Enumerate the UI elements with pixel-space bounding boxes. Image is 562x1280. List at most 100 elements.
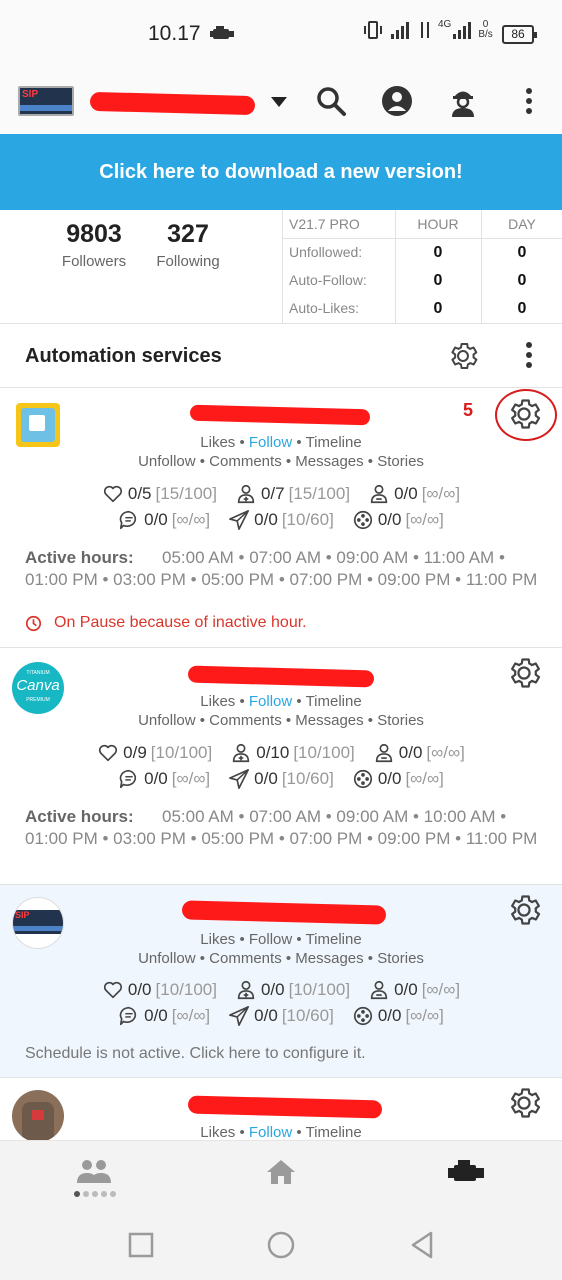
limit-max: [∞/∞] <box>405 510 444 529</box>
limit-max: [∞/∞] <box>421 980 461 999</box>
following-label: Following <box>156 253 220 270</box>
active-hours-label: Active hours: <box>25 548 134 567</box>
search-icon[interactable] <box>314 84 348 118</box>
limit-item: 0/0 [∞/∞] <box>352 768 444 790</box>
limits-row: 0/9 [10/100] 0/10 [10/100] 0/0 [∞/∞] <box>0 742 562 764</box>
following-count: 327 <box>167 220 209 248</box>
gear-icon[interactable] <box>505 891 543 929</box>
comment-icon <box>119 769 137 789</box>
services-line-1: Likes • Follow • Timeline <box>0 931 562 948</box>
gear-icon[interactable] <box>505 1084 543 1122</box>
more-vert-icon[interactable] <box>526 342 532 372</box>
limit-value: 0/0 <box>398 743 423 762</box>
limit-max: [10/100] <box>288 980 351 999</box>
limit-item: 0/0 [∞/∞] <box>118 768 210 790</box>
limit-max: [10/60] <box>281 1006 334 1025</box>
gear-icon[interactable] <box>505 654 543 692</box>
limit-value: 0/10 <box>256 743 290 762</box>
separator: • <box>292 1124 306 1140</box>
account-avatar[interactable]: SIP <box>18 86 74 116</box>
cloud-engine-icon <box>210 26 234 39</box>
service-card[interactable]: SIP Likes • Follow • Timeline Unfollow •… <box>0 885 562 1078</box>
limit-value: 0/0 <box>394 484 418 503</box>
service-likes: Likes <box>200 1124 236 1140</box>
service-follow: Follow <box>248 693 293 710</box>
heart-icon <box>99 744 118 762</box>
service-likes: Likes <box>200 693 236 710</box>
limits-row: 0/5 [15/100] 0/7 [15/100] 0/0 [∞/∞] <box>0 483 562 505</box>
avatar-logo-mark: SIP <box>15 910 30 920</box>
limit-item: 0/0 [∞/∞] <box>373 742 465 764</box>
row-hour-value: 0 <box>433 244 443 261</box>
service-follow: Follow <box>248 1124 293 1140</box>
limit-value: 0/0 <box>377 1006 402 1025</box>
status-bar: 10.17 4G 0 B/s 86 <box>0 0 562 70</box>
vibrate-icon <box>364 21 382 39</box>
service-timeline: Timeline <box>305 931 362 948</box>
table-header-row: V21.7 PRO HOUR DAY <box>283 210 562 238</box>
row-hour-value: 0 <box>433 300 443 317</box>
limit-item: 0/0 [10/100] <box>235 979 350 1001</box>
support-agent-icon[interactable] <box>446 84 480 118</box>
schedule-link[interactable]: Schedule is not active. Click here to co… <box>25 1045 366 1063</box>
account-icon[interactable] <box>380 84 414 118</box>
service-card[interactable]: Likes • Follow • Timeline Unfollow • Com… <box>0 389 562 648</box>
limit-max: [10/100] <box>155 980 217 999</box>
person-remove-icon <box>370 980 388 1000</box>
services-line-2: Unfollow • Comments • Messages • Stories <box>138 950 424 967</box>
limit-max: [10/60] <box>281 769 334 788</box>
service-card[interactable]: Likes • Follow • Timeline <box>0 1078 562 1140</box>
hour-header: HOUR <box>417 216 459 232</box>
annotation-ring <box>495 389 557 441</box>
avatar-logo-bar <box>20 105 72 111</box>
recents-square-icon[interactable] <box>128 1232 154 1258</box>
home-icon[interactable] <box>264 1157 298 1187</box>
service-timeline: Timeline <box>305 693 362 710</box>
service-follow: Follow <box>248 434 293 451</box>
account-dropdown-icon[interactable] <box>271 97 287 107</box>
limit-item: 0/0 [∞/∞] <box>368 483 460 505</box>
avatar-caption-top: TITANIUM <box>26 670 50 676</box>
table-row: Auto-Likes: 0 0 <box>283 294 562 322</box>
limit-value: 0/9 <box>123 743 147 762</box>
network-speed: 0 B/s <box>478 20 492 40</box>
section-title: Automation services <box>25 345 222 367</box>
more-vert-icon[interactable] <box>526 88 532 118</box>
pause-text: On Pause because of inactive hour. <box>54 614 307 631</box>
service-card[interactable]: TITANIUM Canva PREMIUM Likes • Follow • … <box>0 648 562 885</box>
limit-item: 0/0 [10/100] <box>102 979 217 1001</box>
gear-icon[interactable] <box>446 339 480 373</box>
avatar-print <box>32 1110 44 1120</box>
update-banner[interactable]: Click here to download a new version! <box>0 134 562 210</box>
active-hours: Active hours: 05:00 AM • 07:00 AM • 09:0… <box>25 806 545 850</box>
battery-icon: 86 <box>502 25 537 44</box>
version-label: V21.7 PRO <box>289 216 360 232</box>
limit-value: 0/0 <box>144 769 168 788</box>
send-icon <box>229 769 250 789</box>
status-icons: 4G 0 B/s <box>362 20 493 40</box>
row-label: Auto-Follow: <box>289 272 367 288</box>
service-likes: Likes <box>200 434 236 451</box>
person-add-icon <box>237 980 255 1000</box>
limit-item: 0/0 [∞/∞] <box>118 509 210 531</box>
home-circle-icon[interactable] <box>266 1230 296 1260</box>
engine-icon[interactable] <box>446 1157 488 1187</box>
signal-4g-icon <box>453 22 472 39</box>
status-time: 10.17 <box>148 22 201 45</box>
people-icon[interactable] <box>75 1157 113 1187</box>
services-line-2: Unfollow • Comments • Messages • Stories <box>138 712 424 729</box>
film-reel-icon <box>353 769 372 789</box>
limit-item: 0/5 [15/100] <box>102 483 217 505</box>
limit-value: 0/0 <box>260 980 285 999</box>
activity-table: V21.7 PRO HOUR DAY Unfollowed: 0 0 Auto-… <box>282 210 562 323</box>
active-hours-label: Active hours: <box>25 807 134 826</box>
services-line-1: Likes • Follow • Timeline <box>0 693 562 710</box>
film-reel-icon <box>353 1006 372 1026</box>
back-triangle-icon[interactable] <box>408 1230 436 1260</box>
automation-services-header: Automation services <box>0 324 562 388</box>
stats-panel: 9803 Followers 327 Following V21.7 PRO H… <box>0 210 562 324</box>
avatar-logo-mark: SIP <box>22 89 39 100</box>
annotation-number: 5 <box>463 400 474 420</box>
limit-item: 0/0 [∞/∞] <box>352 509 444 531</box>
limit-value: 0/5 <box>127 484 152 503</box>
